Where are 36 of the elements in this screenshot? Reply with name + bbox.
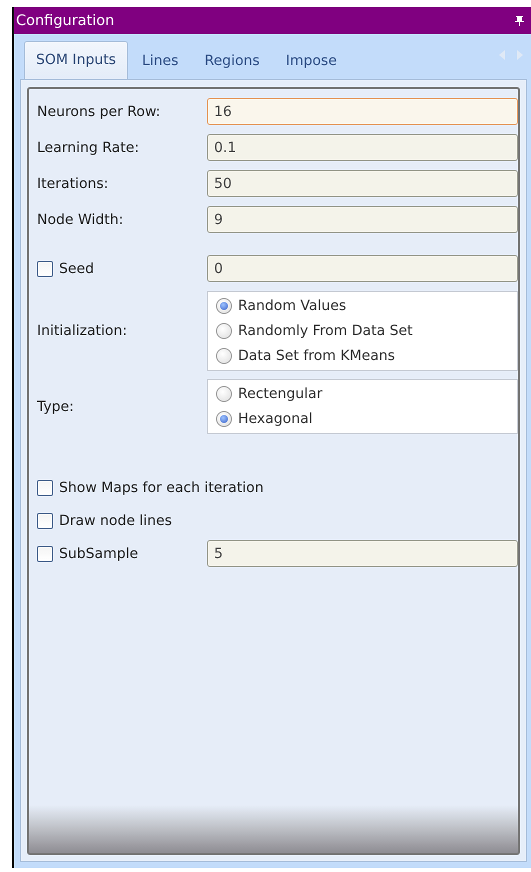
text-field[interactable]: 16 xyxy=(207,98,518,125)
text-field[interactable]: 0 xyxy=(207,255,518,282)
radio-button[interactable] xyxy=(216,298,232,314)
checkbox[interactable] xyxy=(37,260,53,276)
radio-button[interactable] xyxy=(216,386,232,402)
text-field[interactable]: 50 xyxy=(207,170,518,197)
radio-option[interactable]: Random Values xyxy=(216,298,509,314)
radio-button[interactable] xyxy=(216,411,232,427)
checkbox[interactable] xyxy=(37,512,53,528)
pin-icon[interactable] xyxy=(514,14,525,26)
checkbox-label[interactable]: SubSample xyxy=(59,546,138,562)
text-field[interactable]: 0.1 xyxy=(207,134,518,161)
radio-option[interactable]: Rectengular xyxy=(216,386,509,402)
checkbox[interactable] xyxy=(37,546,53,562)
field-label: Node Width: xyxy=(37,212,124,228)
radio-option[interactable]: Hexagonal xyxy=(216,411,509,427)
field-label: Neurons per Row: xyxy=(37,104,162,120)
window-title: Configuration xyxy=(16,12,114,28)
checkbox-label[interactable]: Show Maps for each iteration xyxy=(59,480,264,496)
text-field[interactable]: 5 xyxy=(207,540,518,567)
checkbox-label[interactable]: Seed xyxy=(59,260,94,276)
field-label: Iterations: xyxy=(37,176,110,192)
field-label: Learning Rate: xyxy=(37,140,140,156)
field-label: Initialization: xyxy=(37,323,128,339)
tab[interactable]: Lines xyxy=(130,43,190,79)
radio-button[interactable] xyxy=(216,348,232,364)
text-field[interactable]: 9 xyxy=(207,206,518,233)
radio-button[interactable] xyxy=(216,323,232,339)
checkbox-label[interactable]: Draw node lines xyxy=(59,512,172,528)
checkbox[interactable] xyxy=(37,480,53,496)
tab[interactable]: Regions xyxy=(192,43,272,79)
radio-option[interactable]: Data Set from KMeans xyxy=(216,348,509,364)
radio-option[interactable]: Randomly From Data Set xyxy=(216,323,509,339)
tab[interactable]: Impose xyxy=(274,43,349,79)
field-label: Type: xyxy=(37,398,75,414)
tab[interactable]: SOM Inputs xyxy=(24,41,128,79)
